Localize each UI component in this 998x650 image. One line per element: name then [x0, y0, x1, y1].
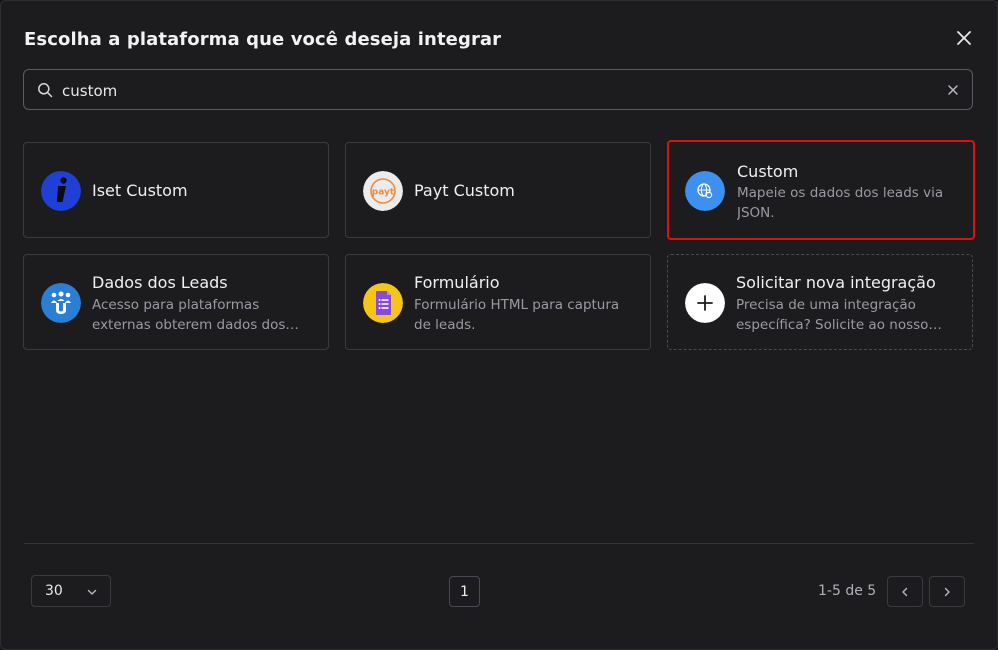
iset-logo-icon: [41, 171, 81, 211]
footer-divider: [24, 543, 974, 544]
prev-page-button[interactable]: [887, 576, 923, 607]
card-title: Dados dos Leads: [92, 273, 228, 292]
pagination-range: 1-5 de 5: [818, 583, 877, 599]
card-title: Custom: [737, 162, 799, 181]
integration-card-iset-custom[interactable]: Iset Custom: [23, 142, 329, 238]
modal-title: Escolha a plataforma que você deseja int…: [24, 29, 502, 50]
card-description: Formulário HTML para captura de leads.: [414, 297, 620, 333]
search-icon: [38, 83, 53, 98]
card-description: Precisa de uma integração específica? So…: [736, 297, 929, 333]
integration-card-dados-dos-leads[interactable]: Dados dos Leads Acesso para plataformas …: [23, 254, 329, 350]
integration-card-custom[interactable]: Custom Mapeie os dados dos leads via JSO…: [667, 140, 975, 240]
card-title: Iset Custom: [92, 181, 188, 200]
plus-icon: [685, 283, 725, 323]
form-icon: [363, 283, 403, 323]
card-description: Mapeie os dados dos leads via JSON.: [737, 185, 944, 221]
chevron-right-icon: [944, 587, 950, 596]
chevron-left-icon: [902, 587, 908, 596]
card-title: Solicitar nova integração: [736, 273, 936, 292]
page-size-value: 30: [45, 583, 63, 599]
search-box: [23, 69, 973, 110]
page-size-select[interactable]: 30: [31, 575, 111, 607]
users-icon: [41, 283, 81, 323]
integration-card-payt-custom[interactable]: payt Payt Custom: [345, 142, 651, 238]
card-description: Acesso para plataformas externas obterem…: [92, 297, 286, 333]
globe-gear-icon: [685, 171, 725, 211]
close-icon: [957, 31, 971, 45]
integration-modal: Escolha a plataforma que você deseja int…: [0, 0, 998, 650]
card-title: Payt Custom: [414, 181, 515, 200]
request-integration-card[interactable]: Solicitar nova integração Precisa de uma…: [667, 254, 973, 350]
svg-text:payt: payt: [372, 188, 395, 198]
integration-card-formulario[interactable]: Formulário Formulário HTML para captura …: [345, 254, 651, 350]
close-button[interactable]: [951, 25, 977, 51]
next-page-button[interactable]: [929, 576, 965, 607]
search-input[interactable]: [60, 78, 934, 104]
clear-search-icon[interactable]: [946, 83, 960, 97]
payt-logo-icon: payt: [363, 171, 403, 211]
chevron-down-icon: [87, 589, 97, 595]
card-title: Formulário: [414, 273, 500, 292]
page-button-current[interactable]: 1: [449, 576, 480, 607]
